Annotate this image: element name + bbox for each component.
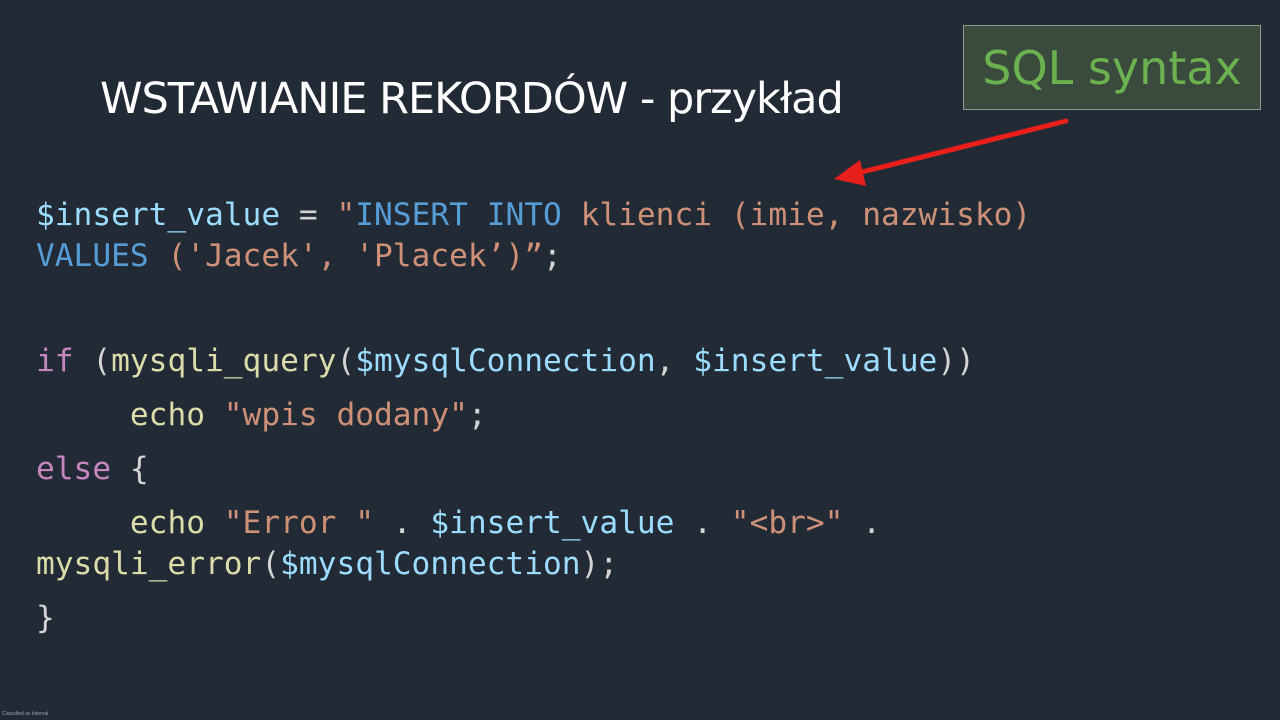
- code-brace-close: }: [36, 600, 55, 636]
- slide-title: WSTAWIANIE REKORDÓW - przykład: [100, 74, 844, 124]
- code-var-insert-value: $insert_value: [36, 197, 281, 233]
- code-fn-echo: echo: [129, 397, 205, 433]
- arrow-shaft: [855, 118, 1069, 176]
- code-kw-if: if: [36, 343, 74, 379]
- code-brace-open: {: [111, 451, 149, 487]
- code-paren-open: (: [73, 343, 112, 379]
- code-var-connection: $mysqlConnection: [355, 343, 656, 379]
- code-var-insert-value: $insert_value: [693, 343, 938, 379]
- code-var-connection: $mysqlConnection: [280, 546, 581, 582]
- code-indent-extra: [111, 505, 130, 541]
- code-line-7: mysqli_error($mysqlConnection);: [36, 546, 619, 582]
- code-sql-values: ('Jacek', 'Placek’)”: [148, 238, 543, 274]
- code-line-5: else {: [36, 451, 149, 487]
- code-str-br: "<br>": [730, 505, 844, 541]
- code-line-1: $insert_value = "INSERT INTO klienci (im…: [36, 197, 1032, 233]
- classification-footer: Classified as Internal: [2, 711, 49, 717]
- code-fn-echo: echo: [129, 505, 205, 541]
- code-kw-insert: INSERT: [355, 197, 468, 233]
- code-paren-close: );: [580, 546, 619, 582]
- code-kw-into: INTO: [486, 197, 562, 233]
- callout-label: SQL syntax: [982, 40, 1242, 95]
- code-semicolon: ;: [467, 397, 487, 433]
- arrow-head: [834, 160, 866, 186]
- code-indent-extra: [111, 397, 130, 433]
- code-sql-rest: klienci (imie, nazwisko): [561, 197, 1032, 233]
- code-kw-values: VALUES: [36, 238, 149, 274]
- code-paren: (: [336, 343, 356, 379]
- code-paren-close: )): [937, 343, 975, 379]
- code-line-6: echo "Error " . $insert_value . "<br>" .: [36, 505, 882, 541]
- sql-syntax-callout-box: SQL syntax: [963, 25, 1261, 110]
- code-str-wpis-dodany: "wpis dodany": [223, 397, 468, 433]
- code-line-4: echo "wpis dodany";: [36, 397, 487, 433]
- code-comma: ,: [655, 343, 694, 379]
- code-line-3: if (mysqli_query($mysqlConnection, $inse…: [36, 343, 975, 379]
- code-concat: .: [374, 505, 431, 541]
- code-var-insert-value: $insert_value: [430, 505, 675, 541]
- code-assign: =: [280, 197, 337, 233]
- code-fn-mysqli-error: mysqli_error: [36, 546, 262, 582]
- presentation-slide: WSTAWIANIE REKORDÓW - przykład SQL synta…: [0, 0, 1280, 720]
- code-semicolon: ;: [542, 238, 562, 274]
- code-quote: ": [336, 197, 356, 233]
- code-str-error: "Error ": [223, 505, 374, 541]
- code-line-2: VALUES ('Jacek', 'Placek’)”;: [36, 238, 562, 274]
- code-concat: .: [674, 505, 731, 541]
- code-concat: .: [843, 505, 882, 541]
- code-fn-mysqli-query: mysqli_query: [111, 343, 337, 379]
- code-line-8: }: [36, 600, 55, 636]
- code-kw-else: else: [36, 451, 112, 487]
- code-paren: (: [261, 546, 281, 582]
